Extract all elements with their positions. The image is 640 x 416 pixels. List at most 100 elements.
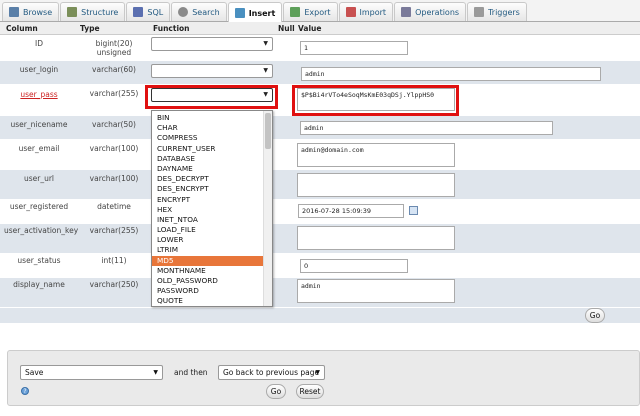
value-input[interactable]: admin <box>301 67 601 81</box>
wrench-icon <box>401 7 412 17</box>
import-icon <box>345 7 356 17</box>
field-name: user_nicename <box>10 120 68 129</box>
dropdown-option[interactable]: DES_ENCRYPT <box>152 184 272 194</box>
function-header: Function <box>153 24 190 33</box>
structure-icon <box>67 7 78 17</box>
scrollbar-thumb[interactable] <box>265 113 271 149</box>
value-input[interactable]: admin <box>300 121 553 135</box>
submit-panel: Save ▼ and then Go back to previous page ▼… <box>7 350 640 406</box>
field-type: varchar(255) <box>89 89 139 98</box>
tab-browse[interactable]: Browse <box>2 2 60 21</box>
dropdown-option[interactable]: CHAR <box>152 123 272 133</box>
dropdown-option[interactable]: DAYNAME <box>152 164 272 174</box>
dropdown-option[interactable]: LOWER <box>152 235 272 245</box>
field-type: varchar(250) <box>89 280 139 289</box>
column-header: Column <box>6 24 38 33</box>
field-type: varchar(60) <box>92 65 136 74</box>
field-type: varchar(100) <box>89 144 139 153</box>
field-name: user_url <box>23 174 55 183</box>
dropdown-option[interactable]: LOAD_FILE <box>152 225 272 235</box>
browse-icon <box>9 7 19 17</box>
dropdown-option[interactable]: CURRENT_USER <box>152 144 272 154</box>
dropdown-option[interactable]: DATABASE <box>152 154 272 164</box>
table-row: user_email varchar(100) admin@domain.com <box>0 140 640 170</box>
table-row: display_name varchar(250) admin <box>0 278 640 308</box>
field-type: datetime <box>97 202 131 211</box>
table-row: user_activation_key varchar(255) <box>0 224 640 254</box>
field-name: display_name <box>13 280 65 289</box>
dropdown-option[interactable]: HEX <box>152 205 272 215</box>
value-textarea[interactable] <box>297 173 455 197</box>
field-name: user_registered <box>9 202 69 211</box>
tab-insert[interactable]: Insert <box>227 2 283 23</box>
table-row: user_login varchar(60) ▼ admin <box>0 61 640 85</box>
table-row: ID bigint(20) unsigned ▼ 1 <box>0 35 640 61</box>
dropdown-option[interactable]: MONTHNAME <box>152 266 272 276</box>
table-row: user_status int(11) 0 <box>0 254 640 278</box>
null-header: Null <box>278 24 295 33</box>
dropdown-option-highlighted[interactable]: MD5 <box>152 255 272 266</box>
tab-triggers[interactable]: Triggers <box>467 2 527 21</box>
field-type: varchar(100) <box>89 174 139 183</box>
field-type: bigint(20) unsigned <box>95 39 133 57</box>
value-input[interactable]: 1 <box>300 41 408 55</box>
help-icon[interactable]: ? <box>21 387 29 395</box>
tab-operations[interactable]: Operations <box>394 2 467 21</box>
field-name: ID <box>35 39 43 48</box>
value-textarea[interactable]: admin <box>297 279 455 303</box>
action-select[interactable]: Save ▼ <box>20 365 163 380</box>
search-icon <box>178 7 189 17</box>
sql-icon <box>133 7 144 17</box>
tab-sql[interactable]: SQL <box>126 2 171 21</box>
table-row: user_url varchar(100) <box>0 170 640 200</box>
tab-export[interactable]: Export <box>283 2 338 21</box>
value-header: Value <box>298 24 322 33</box>
function-select[interactable]: ▼ <box>151 37 273 51</box>
dropdown-scrollbar[interactable] <box>263 111 272 306</box>
export-icon <box>290 7 301 17</box>
field-name: user_email <box>18 144 60 153</box>
field-name: user_status <box>17 256 61 265</box>
dropdown-option[interactable]: INET_NTOA <box>152 215 272 225</box>
tab-import[interactable]: Import <box>338 2 394 21</box>
dropdown-option[interactable]: DES_DECRYPT <box>152 174 272 184</box>
value-input[interactable]: 2016-07-28 15:09:39 <box>298 204 404 218</box>
function-select[interactable]: ▼ <box>151 64 273 78</box>
dropdown-option[interactable]: BIN <box>152 113 272 123</box>
insert-icon <box>234 8 245 18</box>
type-header: Type <box>80 24 100 33</box>
insert-table-header: Column Type Function Null Value <box>0 22 640 35</box>
chevron-down-icon: ▼ <box>153 369 158 376</box>
value-input[interactable]: 0 <box>300 259 408 273</box>
field-name: user_activation_key <box>4 226 79 235</box>
highlight-box <box>145 85 278 109</box>
tab-structure[interactable]: Structure <box>60 2 126 21</box>
table-row: user_nicename varchar(50) admin <box>0 116 640 140</box>
field-type: varchar(50) <box>92 120 136 129</box>
go-button[interactable]: Go <box>266 384 286 399</box>
table-row: user_registered datetime 2016-07-28 15:0… <box>0 200 640 224</box>
dropdown-option[interactable]: LTRIM <box>152 245 272 255</box>
dropdown-option[interactable]: PASSWORD <box>152 286 272 296</box>
dropdown-option[interactable]: QUOTE <box>152 296 272 306</box>
field-name: user_pass <box>20 90 58 99</box>
value-textarea[interactable]: admin@domain.com <box>297 143 455 167</box>
dropdown-option[interactable]: ENCRYPT <box>152 195 272 205</box>
dropdown-option[interactable]: COMPRESS <box>152 133 272 143</box>
chevron-down-icon: ▼ <box>263 40 268 47</box>
chevron-down-icon: ▼ <box>315 369 320 376</box>
calendar-icon[interactable] <box>409 206 418 215</box>
dropdown-option[interactable]: OLD_PASSWORD <box>152 276 272 286</box>
table-tabs: Browse Structure SQL Search Insert Expor… <box>0 0 640 23</box>
triggers-icon <box>474 7 485 17</box>
tab-search[interactable]: Search <box>171 2 227 21</box>
field-name: user_login <box>19 65 59 74</box>
after-insert-select[interactable]: Go back to previous page ▼ <box>218 365 325 380</box>
go-button[interactable]: Go <box>585 308 605 323</box>
reset-button[interactable]: Reset <box>296 384 324 399</box>
function-dropdown-list[interactable]: BIN CHAR COMPRESS CURRENT_USER DATABASE … <box>151 110 273 307</box>
field-type: varchar(255) <box>89 226 139 235</box>
value-textarea[interactable] <box>297 226 455 250</box>
form-actions-row <box>0 308 640 324</box>
field-type: int(11) <box>101 256 127 265</box>
